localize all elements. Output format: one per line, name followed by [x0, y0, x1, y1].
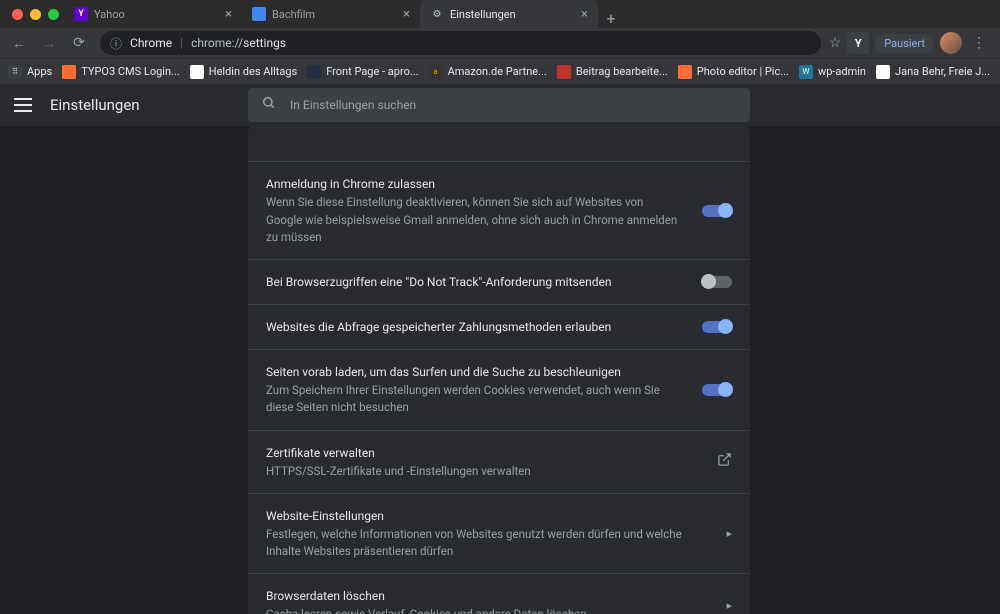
toggle-preload[interactable] [702, 384, 732, 396]
bookmark-favicon-icon: a [429, 65, 443, 79]
row-title: Website-Einstellungen [266, 507, 706, 525]
search-input[interactable] [290, 98, 736, 112]
tab-label: Einstellungen [450, 8, 516, 21]
row-subtext: Wenn Sie diese Einstellung deaktivieren,… [266, 194, 682, 246]
url-path: settings [243, 36, 286, 50]
bookmark-favicon-icon: W [799, 65, 813, 79]
settings-row-signin: Anmeldung in Chrome zulassen Wenn Sie di… [248, 162, 750, 260]
new-tab-button[interactable]: + [598, 9, 624, 28]
address-bar[interactable]: ⓘ Chrome | chrome://settings [100, 31, 821, 55]
bookmark-label: Apps [27, 65, 52, 78]
settings-content: — Anmeldung in Chrome zulassen Wenn Sie … [0, 126, 1000, 614]
settings-row-clear-data[interactable]: Browserdaten löschen Cache leeren sowie … [248, 574, 750, 614]
row-subtext: HTTPS/SSL-Zertifikate und -Einstellungen… [266, 463, 697, 480]
row-title: Zertifikate verwalten [266, 444, 697, 462]
back-button[interactable]: ← [6, 30, 32, 56]
bookmark-item[interactable]: Jana Behr, Freie J... [876, 65, 990, 79]
tab-item[interactable]: Bachfilm × [242, 0, 420, 28]
settings-search[interactable] [248, 88, 750, 122]
tab-close-icon[interactable]: × [403, 7, 410, 22]
row-title: Websites die Abfrage gespeicherter Zahlu… [266, 318, 682, 336]
privacy-card: — Anmeldung in Chrome zulassen Wenn Sie … [248, 126, 750, 614]
bookmarks-bar: ⠿ Apps TYPO3 CMS Login... Heldin des Allt… [0, 58, 1000, 84]
row-title: Seiten vorab laden, um das Surfen und di… [266, 363, 682, 381]
profile-paused-badge[interactable]: Pausiert [875, 34, 934, 53]
toggle-dnt[interactable] [702, 276, 732, 288]
forward-button[interactable]: → [36, 30, 62, 56]
bookmark-star-icon[interactable]: ☆ [829, 35, 842, 51]
favicon-icon [252, 7, 266, 21]
bookmark-item[interactable]: ⠿ Apps [8, 65, 52, 79]
bookmark-label: wp-admin [818, 65, 866, 78]
row-subtext: Cache leeren sowie Verlauf, Cookies und … [266, 606, 706, 614]
row-title: Anmeldung in Chrome zulassen [266, 175, 682, 193]
browser-menu-button[interactable]: ⋮ [968, 35, 990, 51]
chevron-right-icon: ▸ [726, 527, 732, 540]
tab-item[interactable]: Y Yahoo × [64, 0, 242, 28]
bookmark-label: Amazon.de Partne... [448, 65, 547, 78]
tab-strip: Y Yahoo × Bachfilm × ⚙ Einstellungen × + [64, 0, 624, 28]
bookmark-favicon-icon [190, 65, 204, 79]
window-zoom-button[interactable] [48, 9, 59, 20]
external-link-icon [717, 452, 732, 471]
bookmark-item[interactable]: a Amazon.de Partne... [429, 65, 547, 79]
row-subtext: Festlegen, welche Informationen von Webs… [266, 526, 706, 561]
reload-button[interactable]: ⟳ [66, 30, 92, 56]
bookmark-item[interactable]: Front Page - apro... [307, 65, 418, 79]
toggle-payment[interactable] [702, 321, 732, 333]
row-title: Bei Browserzugriffen eine "Do Not Track"… [266, 273, 682, 291]
chevron-right-icon: ▸ [726, 599, 732, 612]
gear-icon: ⚙ [430, 7, 444, 21]
bookmark-item[interactable]: Wwp-admin [799, 65, 866, 79]
settings-row-preload: Seiten vorab laden, um das Surfen und di… [248, 350, 750, 431]
settings-row-certificates[interactable]: Zertifikate verwalten HTTPS/SSL-Zertifik… [248, 431, 750, 494]
bookmark-favicon-icon [307, 65, 321, 79]
apps-icon: ⠿ [8, 65, 22, 79]
bookmark-item[interactable]: TYPO3 CMS Login... [62, 65, 180, 79]
bookmark-label: Photo editor | Pic... [697, 65, 789, 78]
url-scheme: Chrome [130, 36, 172, 50]
bookmark-label: Jana Behr, Freie J... [895, 65, 990, 78]
bookmark-label: TYPO3 CMS Login... [81, 65, 180, 78]
bookmark-item[interactable]: Photo editor | Pic... [678, 65, 789, 79]
settings-row-dnt: Bei Browserzugriffen eine "Do Not Track"… [248, 260, 750, 305]
browser-toolbar: ← → ⟳ ⓘ Chrome | chrome://settings ☆ Y P… [0, 28, 1000, 58]
bookmark-favicon-icon [876, 65, 890, 79]
window-close-button[interactable] [12, 9, 23, 20]
window-controls [8, 9, 59, 20]
row-subtext: Zum Speichern Ihrer Einstellungen werden… [266, 382, 682, 417]
settings-row-site-settings[interactable]: Website-Einstellungen Festlegen, welche … [248, 494, 750, 575]
bookmark-favicon-icon [62, 65, 76, 79]
menu-button[interactable] [14, 98, 32, 112]
tab-close-icon[interactable]: × [225, 7, 232, 22]
tab-label: Bachfilm [272, 8, 315, 21]
bookmark-item[interactable]: Beitrag bearbeite... [557, 65, 668, 79]
tab-label: Yahoo [94, 8, 125, 21]
bookmark-favicon-icon [678, 65, 692, 79]
bookmark-label: Beitrag bearbeite... [576, 65, 668, 78]
settings-row-cutoff: — [248, 126, 750, 162]
extension-button[interactable]: Y [847, 32, 869, 54]
toggle-signin[interactable] [702, 205, 732, 217]
url-prefix: chrome:// [191, 36, 243, 50]
settings-header: Einstellungen [0, 84, 1000, 126]
search-icon [262, 96, 276, 114]
bookmark-label: Front Page - apro... [326, 65, 418, 78]
page-title: Einstellungen [50, 96, 140, 114]
tab-close-icon[interactable]: × [581, 7, 588, 22]
row-title: Browserdaten löschen [266, 587, 706, 605]
favicon-icon: Y [74, 7, 88, 21]
bookmark-label: Heldin des Alltags [209, 65, 297, 78]
avatar[interactable] [940, 32, 962, 54]
bookmark-item[interactable]: Heldin des Alltags [190, 65, 297, 79]
window-minimize-button[interactable] [30, 9, 41, 20]
bookmark-favicon-icon [557, 65, 571, 79]
tab-item-active[interactable]: ⚙ Einstellungen × [420, 0, 598, 28]
settings-row-payment: Websites die Abfrage gespeicherter Zahlu… [248, 305, 750, 350]
site-info-icon[interactable]: ⓘ [110, 35, 122, 52]
